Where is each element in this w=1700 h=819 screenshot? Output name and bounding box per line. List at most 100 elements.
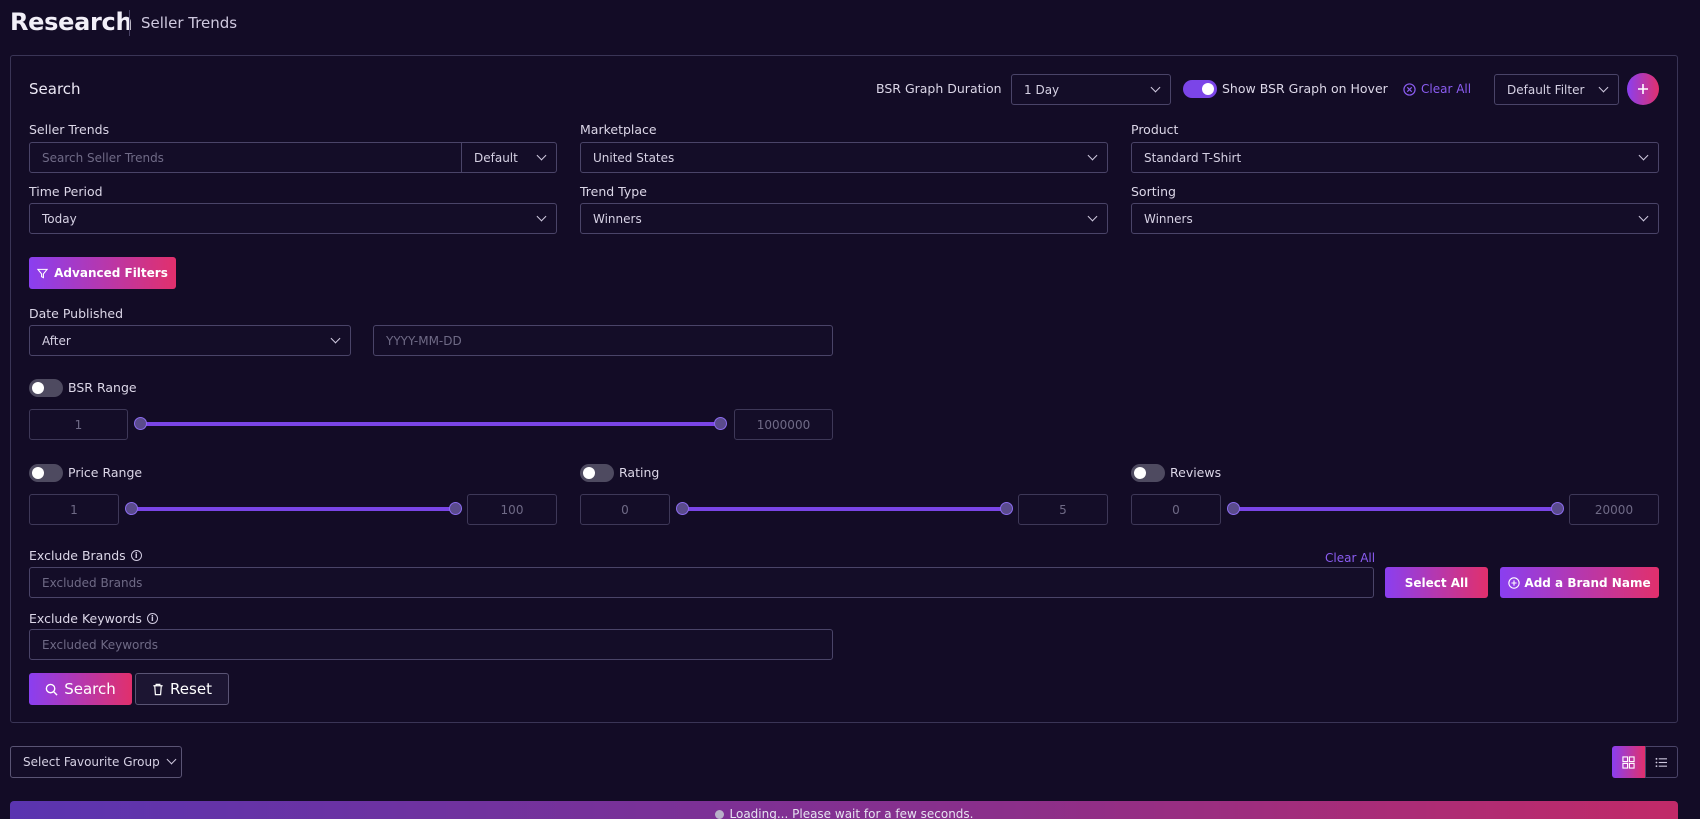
seller-trends-mode-select[interactable]: Default bbox=[461, 142, 557, 173]
seller-trends-placeholder: Search Seller Trends bbox=[42, 150, 164, 165]
bsr-range-toggle[interactable] bbox=[29, 379, 63, 397]
default-filter-select[interactable]: Default Filter bbox=[1494, 74, 1619, 105]
chevron-down-icon bbox=[1638, 211, 1649, 222]
time-period-value: Today bbox=[42, 211, 77, 226]
product-select[interactable]: Standard T-Shirt bbox=[1131, 142, 1659, 173]
reviews-min-handle[interactable] bbox=[1227, 502, 1240, 515]
grid-icon bbox=[1622, 755, 1635, 769]
price-max-handle[interactable] bbox=[449, 502, 462, 515]
bsr-duration-select[interactable]: 1 Day bbox=[1011, 74, 1171, 105]
close-circle-icon bbox=[1403, 82, 1416, 96]
select-all-label: Select All bbox=[1404, 575, 1469, 590]
bsr-duration-label: BSR Graph Duration bbox=[876, 81, 1002, 96]
favourite-group-value: Select Favourite Group bbox=[23, 755, 160, 769]
reviews-max-handle[interactable] bbox=[1551, 502, 1564, 515]
rating-min-value: 0 bbox=[621, 502, 629, 517]
bsr-min-input[interactable]: 1 bbox=[29, 409, 128, 440]
trash-icon bbox=[153, 683, 163, 695]
clear-all-label: Clear All bbox=[1421, 82, 1472, 96]
date-placeholder: YYYY-MM-DD bbox=[386, 333, 462, 348]
bsr-max-handle[interactable] bbox=[714, 417, 727, 430]
exclude-keywords-header: Exclude Keywords i bbox=[29, 611, 158, 626]
spinner-icon bbox=[714, 810, 724, 819]
seller-trends-mode-value: Default bbox=[474, 150, 518, 165]
sorting-label: Sorting bbox=[1131, 184, 1176, 199]
show-bsr-hover-toggle[interactable] bbox=[1183, 80, 1217, 98]
chevron-down-icon bbox=[1087, 150, 1098, 161]
search-button[interactable]: Search bbox=[29, 673, 132, 705]
plus-circle-icon bbox=[1508, 576, 1521, 589]
date-published-value: After bbox=[42, 333, 71, 348]
excluded-keywords-input[interactable]: Excluded Keywords bbox=[29, 629, 833, 660]
bsr-min-handle[interactable] bbox=[134, 417, 147, 430]
bsr-max-input[interactable]: 1000000 bbox=[734, 409, 833, 440]
price-min-handle[interactable] bbox=[125, 502, 138, 515]
bsr-duration-value: 1 Day bbox=[1024, 82, 1060, 97]
info-icon[interactable]: i bbox=[130, 550, 142, 561]
sorting-select[interactable]: Winners bbox=[1131, 203, 1659, 234]
loading-banner: Loading... Please wait for a few seconds… bbox=[10, 801, 1678, 819]
chevron-down-icon bbox=[536, 150, 547, 161]
list-icon bbox=[1655, 757, 1667, 767]
reviews-max-input[interactable]: 20000 bbox=[1569, 494, 1659, 525]
clear-all-button[interactable]: Clear All bbox=[1403, 82, 1471, 96]
date-published-select[interactable]: After bbox=[29, 325, 351, 356]
exclude-brands-header: Exclude Brands i bbox=[29, 548, 142, 563]
reviews-min-value: 0 bbox=[1172, 502, 1180, 517]
reviews-min-input[interactable]: 0 bbox=[1131, 494, 1221, 525]
exclude-brands-label: Exclude Brands bbox=[29, 548, 126, 563]
excluded-brands-input[interactable]: Excluded Brands bbox=[29, 567, 1374, 598]
rating-max-value: 5 bbox=[1059, 502, 1067, 517]
page-subtitle: Seller Trends bbox=[141, 14, 238, 32]
brands-clear-all-link[interactable]: Clear All bbox=[1325, 551, 1375, 565]
price-range-toggle[interactable] bbox=[29, 464, 63, 482]
chevron-down-icon bbox=[166, 754, 177, 765]
chevron-down-icon bbox=[1638, 150, 1649, 161]
grid-view-button[interactable] bbox=[1612, 746, 1645, 778]
rating-range-track bbox=[682, 507, 1007, 511]
trend-type-value: Winners bbox=[593, 211, 642, 226]
chevron-down-icon bbox=[1087, 211, 1098, 222]
add-brand-button[interactable]: Add a Brand Name bbox=[1500, 567, 1659, 598]
seller-trends-label: Seller Trends bbox=[29, 122, 110, 137]
time-period-label: Time Period bbox=[29, 184, 103, 199]
rating-max-handle[interactable] bbox=[1000, 502, 1013, 515]
page-title: Research bbox=[10, 8, 133, 36]
chevron-down-icon bbox=[536, 211, 547, 222]
product-label: Product bbox=[1131, 122, 1179, 137]
excluded-brands-placeholder: Excluded Brands bbox=[42, 575, 143, 590]
rating-min-handle[interactable] bbox=[676, 502, 689, 515]
bsr-max-value: 1000000 bbox=[756, 417, 811, 432]
advanced-filters-label: Advanced Filters bbox=[54, 266, 168, 280]
trend-type-select[interactable]: Winners bbox=[580, 203, 1108, 234]
price-min-input[interactable]: 1 bbox=[29, 494, 119, 525]
reviews-max-value: 20000 bbox=[1594, 502, 1634, 517]
marketplace-select[interactable]: United States bbox=[580, 142, 1108, 173]
favourite-group-select[interactable]: Select Favourite Group bbox=[10, 746, 182, 778]
reset-button-label: Reset bbox=[170, 680, 212, 698]
price-range-label: Price Range bbox=[68, 465, 143, 480]
advanced-filters-button[interactable]: Advanced Filters bbox=[29, 257, 176, 289]
date-published-label: Date Published bbox=[29, 306, 124, 321]
list-view-button[interactable] bbox=[1645, 746, 1678, 778]
rating-min-input[interactable]: 0 bbox=[580, 494, 670, 525]
reset-button[interactable]: Reset bbox=[135, 673, 229, 705]
reviews-toggle[interactable] bbox=[1131, 464, 1165, 482]
price-max-value: 100 bbox=[500, 502, 524, 517]
excluded-keywords-placeholder: Excluded Keywords bbox=[42, 637, 158, 652]
rating-toggle[interactable] bbox=[580, 464, 614, 482]
seller-trends-search-input[interactable]: Search Seller Trends bbox=[29, 142, 463, 173]
price-max-input[interactable]: 100 bbox=[467, 494, 557, 525]
time-period-select[interactable]: Today bbox=[29, 203, 557, 234]
chevron-down-icon bbox=[330, 333, 341, 344]
select-all-button[interactable]: Select All bbox=[1385, 567, 1488, 598]
marketplace-label: Marketplace bbox=[580, 122, 657, 137]
rating-max-input[interactable]: 5 bbox=[1018, 494, 1108, 525]
bsr-min-value: 1 bbox=[74, 417, 83, 432]
price-min-value: 1 bbox=[70, 502, 78, 517]
date-published-input[interactable]: YYYY-MM-DD bbox=[373, 325, 833, 356]
info-icon[interactable]: i bbox=[146, 613, 158, 624]
add-brand-label: Add a Brand Name bbox=[1524, 575, 1651, 590]
search-panel-title: Search bbox=[29, 80, 81, 98]
add-filter-button[interactable] bbox=[1627, 73, 1659, 105]
